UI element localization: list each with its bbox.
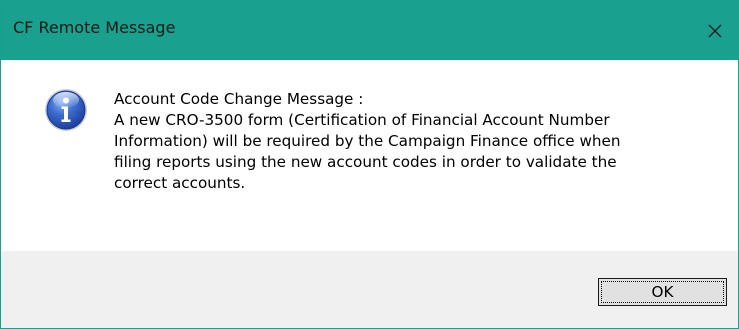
message-line: correct accounts. <box>114 174 246 192</box>
message-line: A new CRO-3500 form (Certification of Fi… <box>114 111 610 129</box>
close-icon <box>708 24 722 37</box>
close-button[interactable] <box>692 1 738 60</box>
ok-button-label: OK <box>601 281 724 303</box>
message-dialog: CF Remote Message Account Code Change Me… <box>0 0 739 329</box>
message-line: filing reports using the new account cod… <box>114 153 617 171</box>
info-icon <box>45 89 87 131</box>
ok-button[interactable]: OK <box>598 278 727 306</box>
title-bar[interactable]: CF Remote Message <box>1 1 738 60</box>
button-bar: OK <box>1 251 738 328</box>
message-text: Account Code Change Message : A new CRO-… <box>114 89 714 194</box>
message-line: Information) will be required by the Cam… <box>114 132 621 150</box>
window-title: CF Remote Message <box>13 18 176 37</box>
message-area: Account Code Change Message : A new CRO-… <box>1 61 738 251</box>
message-heading: Account Code Change Message : <box>114 90 364 108</box>
